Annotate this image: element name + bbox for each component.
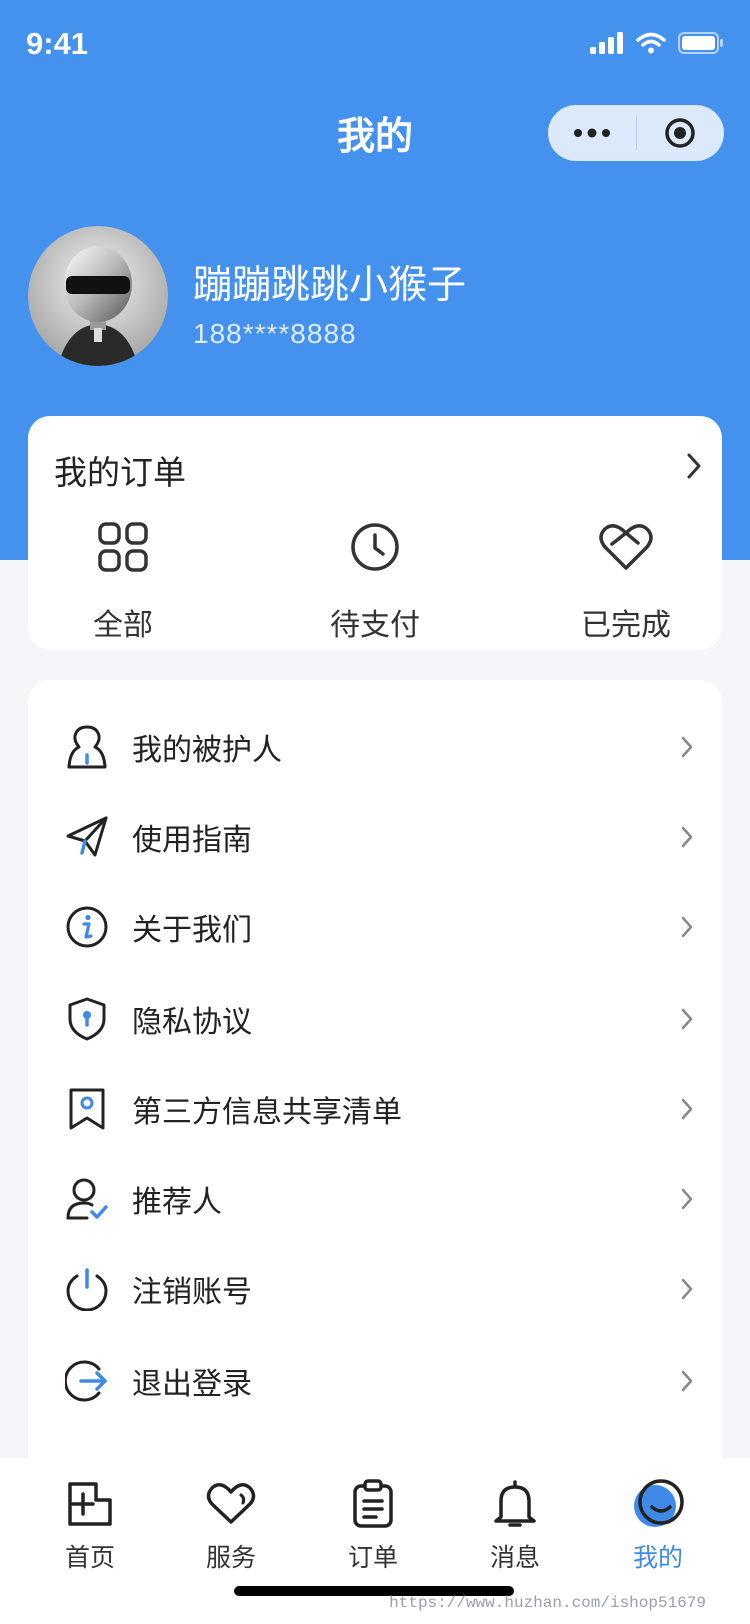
orders-title[interactable]: 我的订单 [54, 446, 186, 494]
bell-icon [494, 1480, 536, 1527]
target-close-icon [665, 118, 695, 148]
menu-item-logout[interactable]: 退出登录 [28, 1334, 722, 1428]
tab-service[interactable]: 服务 [176, 1476, 286, 1574]
tab-label: 消息 [489, 1543, 540, 1572]
status-icons [590, 32, 724, 54]
more-button[interactable] [548, 105, 636, 161]
chevron-right-icon [681, 1098, 693, 1120]
avatar[interactable] [28, 226, 168, 366]
clock-icon [351, 523, 399, 571]
mini-program-capsule [548, 105, 724, 161]
menu-label: 退出登录 [132, 1367, 252, 1402]
menu-item-referrer[interactable]: 推荐人 [28, 1152, 722, 1246]
heart-icon [206, 1483, 256, 1524]
order-pending-payment[interactable]: 待支付 [285, 516, 465, 644]
tab-orders[interactable]: 订单 [318, 1476, 428, 1574]
order-pending-label: 待支付 [330, 608, 420, 643]
tab-label: 服务 [205, 1543, 256, 1572]
tab-label: 首页 [64, 1543, 115, 1572]
chevron-right-icon [681, 1370, 693, 1392]
paper-plane-icon [66, 816, 108, 857]
username: 蹦蹦跳跳小猴子 [193, 263, 467, 308]
menu-item-deactivate-account[interactable]: 注销账号 [28, 1242, 722, 1336]
chevron-right-icon [681, 1188, 693, 1210]
wifi-icon [636, 32, 666, 54]
signal-icon [590, 32, 623, 54]
chevron-right-icon [681, 1278, 693, 1300]
menu-item-third-party-list[interactable]: 第三方信息共享清单 [28, 1062, 722, 1156]
menu-label: 注销账号 [132, 1275, 252, 1310]
logout-icon [65, 1360, 107, 1402]
menu-item-privacy[interactable]: 隐私协议 [28, 972, 722, 1066]
menu-card: 我的被护人 使用指南 关于我们 隐私协议 第三方信息共享清单 推荐人 注销账号 … [28, 680, 722, 1480]
tab-home[interactable]: 首页 [35, 1476, 145, 1574]
order-all-label: 全部 [93, 608, 153, 643]
tab-messages[interactable]: 消息 [460, 1476, 570, 1574]
order-completed-label: 已完成 [581, 608, 671, 643]
chevron-right-icon [681, 1008, 693, 1030]
home-plus-icon [68, 1482, 112, 1526]
status-bar: 9:41 [0, 0, 750, 90]
chevron-right-icon[interactable] [686, 452, 702, 480]
battery-icon [678, 32, 723, 54]
chevron-right-icon [681, 826, 693, 848]
tab-label: 我的 [632, 1543, 683, 1572]
chevron-right-icon [681, 916, 693, 938]
person-icon [67, 725, 107, 769]
heart-handshake-icon [599, 524, 653, 570]
more-dots-icon [573, 128, 610, 138]
menu-label: 我的被护人 [132, 733, 282, 768]
grid-icon [98, 522, 148, 572]
order-all[interactable]: 全部 [33, 516, 213, 644]
menu-label: 推荐人 [132, 1185, 222, 1220]
orders-card: 我的订单 全部 待支付 已完成 [28, 416, 722, 650]
menu-label: 隐私协议 [132, 1005, 252, 1040]
power-icon [66, 1268, 108, 1311]
menu-label: 关于我们 [132, 913, 252, 948]
menu-label: 使用指南 [132, 823, 252, 858]
info-icon [66, 906, 108, 948]
menu-item-about[interactable]: 关于我们 [28, 880, 722, 974]
status-time: 9:41 [26, 26, 89, 61]
tab-label: 订单 [347, 1543, 398, 1572]
order-completed[interactable]: 已完成 [536, 516, 716, 644]
tab-mine[interactable]: 我的 [603, 1476, 713, 1574]
smile-icon [634, 1479, 684, 1527]
menu-item-guardian[interactable]: 我的被护人 [28, 700, 722, 794]
clipboard-icon [353, 1479, 393, 1528]
chevron-right-icon [681, 736, 693, 758]
menu-label: 第三方信息共享清单 [132, 1095, 402, 1130]
watermark: https://www.huzhan.com/ishop51679 [389, 1594, 706, 1612]
bookmark-user-icon [69, 1088, 105, 1130]
close-button[interactable] [637, 105, 725, 161]
menu-item-guide[interactable]: 使用指南 [28, 790, 722, 884]
phone-number: 188****8888 [193, 318, 357, 349]
user-check-icon [66, 1178, 108, 1220]
shield-lock-icon [68, 997, 106, 1041]
